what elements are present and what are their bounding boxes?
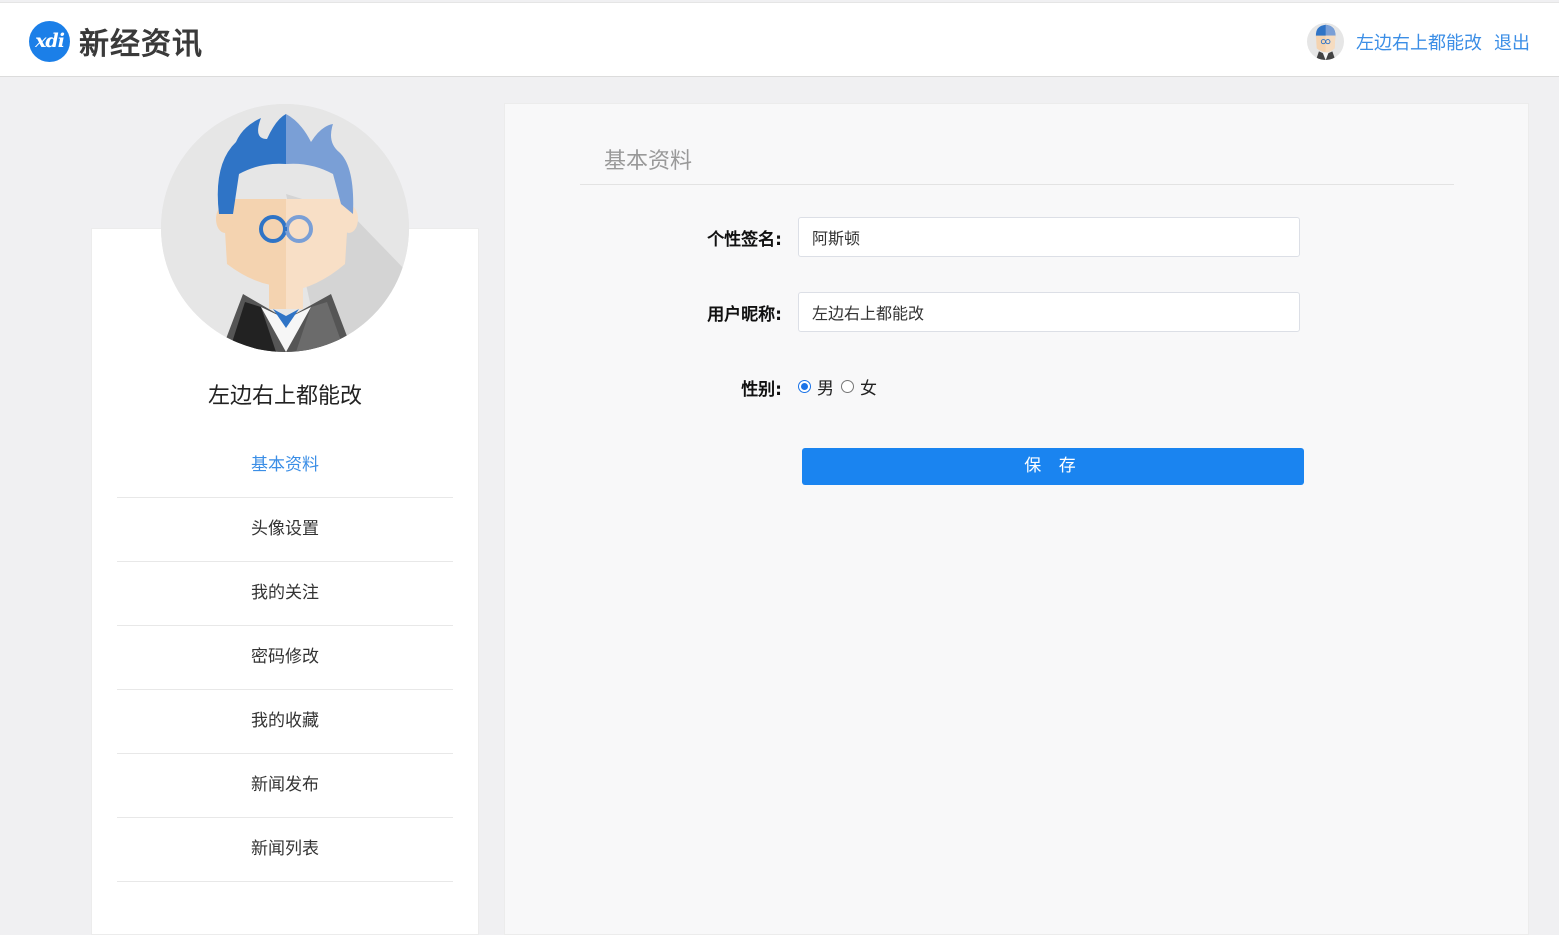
menu-item-change-password[interactable]: 密码修改 (117, 626, 453, 690)
menu-item-news-list[interactable]: 新闻列表 (117, 818, 453, 882)
user-avatar[interactable] (1307, 23, 1344, 60)
gender-male-radio[interactable] (798, 380, 811, 393)
header-user-name[interactable]: 左边右上都能改 (1356, 29, 1482, 55)
gender-label: 性别: (741, 380, 782, 400)
logout-link[interactable]: 退出 (1494, 29, 1530, 55)
profile-name: 左边右上都能改 (207, 384, 362, 409)
top-header: xdi 新经资讯 左边右上都能改 退出 (0, 2, 1559, 77)
gender-male-label[interactable]: 男 (817, 374, 834, 399)
save-button[interactable]: 保 存 (802, 448, 1304, 485)
signature-input[interactable] (798, 217, 1300, 257)
site-logo[interactable]: xdi 新经资讯 (29, 19, 203, 63)
nickname-label: 用户昵称: (707, 305, 782, 325)
section-divider (580, 184, 1454, 185)
user-area: 左边右上都能改 退出 (1307, 23, 1530, 60)
section-title: 基本资料 (604, 149, 693, 174)
profile-menu: 基本资料 头像设置 我的关注 密码修改 我的收藏 新闻发布 新闻列表 (117, 434, 453, 882)
menu-item-avatar-settings[interactable]: 头像设置 (117, 498, 453, 562)
gender-radio-group: 男 女 (798, 374, 884, 399)
logo-mark-icon: xdi (29, 20, 70, 62)
menu-item-my-follows[interactable]: 我的关注 (117, 562, 453, 626)
logo-text: 新经资讯 (79, 27, 203, 62)
profile-avatar (161, 104, 409, 352)
menu-item-my-favorites[interactable]: 我的收藏 (117, 690, 453, 754)
nickname-input[interactable] (798, 292, 1300, 332)
gender-female-radio[interactable] (841, 380, 854, 393)
gender-female-label[interactable]: 女 (860, 374, 877, 399)
signature-label: 个性签名: (707, 230, 782, 250)
menu-item-publish-news[interactable]: 新闻发布 (117, 754, 453, 818)
menu-item-basic-info[interactable]: 基本资料 (117, 434, 453, 498)
